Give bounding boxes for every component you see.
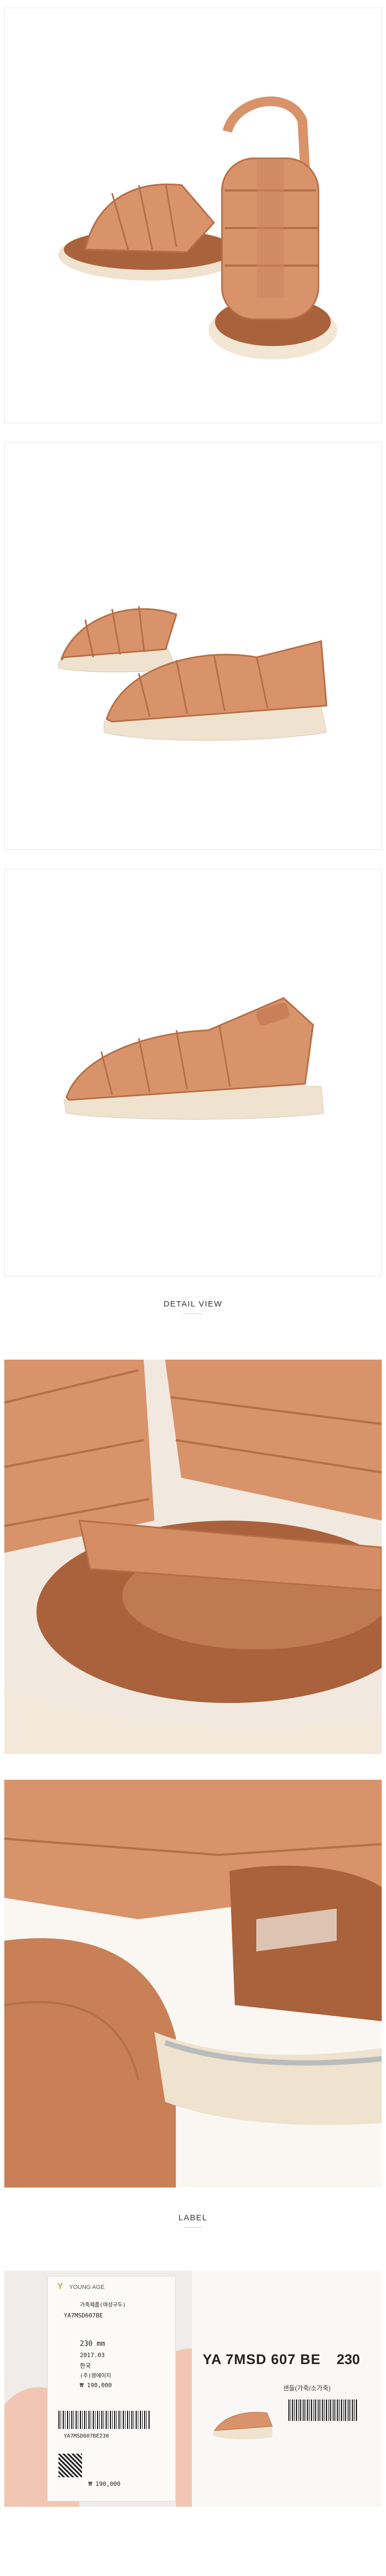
tag-brand: YOUNG AGE: [69, 2284, 105, 2291]
tag-barcode: [58, 2411, 150, 2429]
label-photo-row: Y YOUNG AGE 가죽제품(여성구두) YA7MSD607BE 230 m…: [4, 2271, 382, 2507]
product-photo-side-view: [4, 869, 382, 1276]
tag-price-bottom: ₩ 190,000: [88, 2480, 121, 2487]
tag-maker: (주)영에이지: [80, 2373, 112, 2379]
tag-date: 2017.03: [80, 2352, 105, 2359]
tag-barcode-text: YA7MSD607BE230: [64, 2433, 109, 2439]
sandal-closeup-front-image: [4, 1360, 382, 1754]
tag-logo-icon: Y: [57, 2282, 63, 2291]
tag-origin: 한국: [80, 2362, 91, 2369]
sandal-side-image: [5, 869, 381, 1276]
sandal-pair-angle-image: [5, 443, 381, 849]
tag-product-type: 가죽제품(여성구두): [80, 2302, 126, 2308]
box-description: 샌들(가죽/소가죽): [283, 2384, 331, 2392]
label-heading: LABEL: [178, 2213, 208, 2222]
product-photo-top-view: [4, 8, 382, 423]
detail-photo-side: [4, 1780, 382, 2188]
detail-view-heading: DETAIL VIEW: [164, 1300, 222, 1309]
qr-code-icon: [58, 2454, 82, 2477]
detail-photo-front: [4, 1360, 382, 1754]
label-divider: [183, 2227, 203, 2228]
box-barcode: [288, 2399, 358, 2421]
detail-divider: [183, 1313, 203, 1314]
sandal-pair-top-image: [5, 8, 381, 423]
hang-tag: Y YOUNG AGE 가죽제품(여성구두) YA7MSD607BE 230 m…: [47, 2276, 176, 2501]
tag-model: YA7MSD607BE: [64, 2312, 103, 2319]
tag-size: 230 mm: [80, 2340, 105, 2348]
tag-price: ₩ 190,000: [80, 2382, 112, 2389]
box-size: 230: [337, 2351, 360, 2367]
box-model: YA 7MSD 607 BE: [203, 2351, 321, 2367]
sandal-closeup-side-image: [4, 1780, 382, 2188]
product-photo-angle-view: [4, 442, 382, 850]
box-sandal-thumbnail: [208, 2394, 278, 2453]
